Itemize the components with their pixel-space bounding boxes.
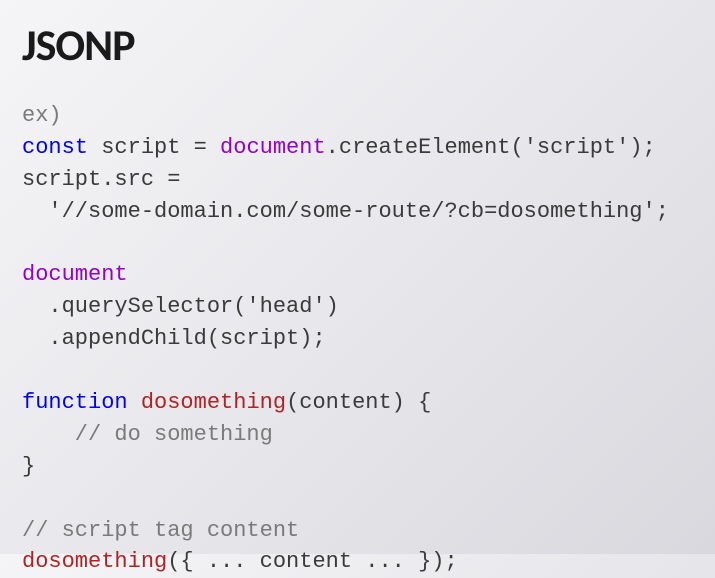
code-line-1: ex) — [22, 103, 62, 128]
code-line-8: .appendChild(script); — [22, 326, 326, 351]
code-example: ex) const script = document.createElemen… — [22, 100, 693, 578]
code-text: script = — [88, 135, 220, 160]
code-text — [128, 390, 141, 415]
code-line-4: '//some-domain.com/some-route/?cb=dosome… — [22, 199, 669, 224]
function-name: dosomething — [141, 390, 286, 415]
comment-line: // do something — [22, 422, 273, 447]
code-text: .createElement('script'); — [326, 135, 656, 160]
keyword-function: function — [22, 390, 128, 415]
code-text: ({ ... content ... }); — [167, 549, 457, 574]
function-call: dosomething — [22, 549, 167, 574]
identifier-document: document — [220, 135, 326, 160]
code-line-7: .querySelector('head') — [22, 294, 339, 319]
comment-line: // script tag content — [22, 518, 299, 543]
keyword-const: const — [22, 135, 88, 160]
code-line-12: } — [22, 454, 35, 479]
identifier-document: document — [22, 262, 128, 287]
code-text: (content) { — [286, 390, 431, 415]
slide-title: JSONP — [22, 18, 693, 72]
code-line-3: script.src = — [22, 167, 180, 192]
